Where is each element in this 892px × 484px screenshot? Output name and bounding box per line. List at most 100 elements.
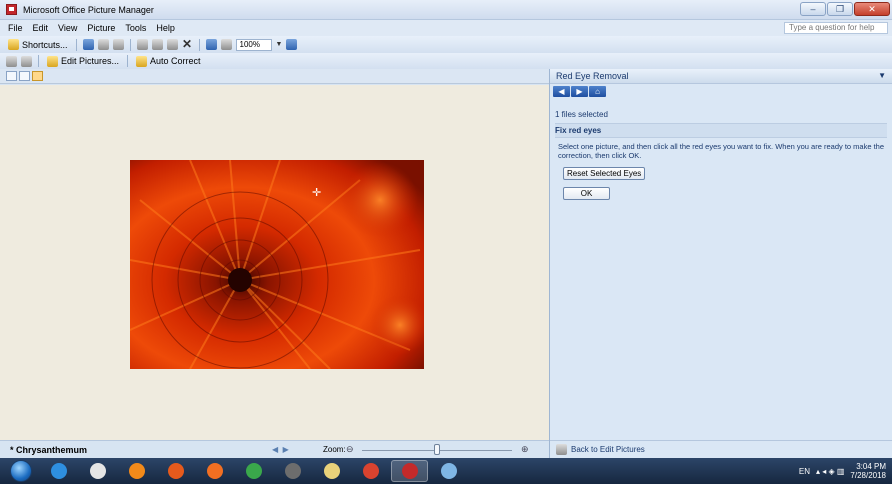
zoom-in-icon[interactable]: ⊕ [521,444,529,455]
taskbar-app-button[interactable] [313,460,350,482]
close-button[interactable]: ✕ [854,2,890,16]
firefox-icon [167,463,184,479]
forward-arrow-icon[interactable]: ▶ [571,86,588,97]
toolbar-separator [75,38,77,51]
shortcuts-icon [8,39,19,50]
task-pane-dropdown-icon[interactable]: ▼ [878,71,886,80]
toolbar-separator [127,55,129,67]
taskbar-app-button[interactable] [196,460,233,482]
internet-explorer-icon [50,463,67,479]
chrysanthemum-photo[interactable]: ✛ [130,160,424,369]
menu-bar: File Edit View Picture Tools Help [0,20,892,36]
status-bar: * Chrysanthemum ◀ ▶ Zoom: ⊖ ⊕ [0,440,549,458]
minimize-button[interactable]: – [800,2,826,16]
fix-red-eyes-heading: Fix red eyes [555,123,887,138]
undo-icon[interactable] [205,39,217,50]
window-controls: – ❐ ✕ [800,2,890,16]
email-icon[interactable] [112,39,124,50]
copy-icon[interactable] [151,39,163,50]
filmstrip-view-icon[interactable] [19,71,30,81]
paint-bucket-icon [284,463,301,479]
shortcuts-button[interactable]: Shortcuts... [6,38,70,52]
clock-date: 7/28/2018 [850,471,886,480]
standard-toolbar: Shortcuts... ✕ 100% ▼ [0,36,892,53]
tray-icons[interactable]: ▴ ◂ ◈ ▥ [816,467,844,476]
chrome-legacy-icon [245,463,262,479]
picture-name: * Chrysanthemum [10,444,88,455]
restore-button[interactable]: ❐ [827,2,853,16]
rotate-right-icon[interactable] [21,55,32,67]
title-bar: Microsoft Office Picture Manager – ❐ ✕ [0,0,892,20]
zoom-dropdown-icon[interactable]: ▼ [276,41,283,48]
thumbnail-view-icon[interactable] [6,71,17,81]
red-eye-instructions: Select one picture, and then click all t… [558,142,885,160]
edit-pictures-back-icon [556,444,567,455]
taskbar-app-button[interactable] [118,460,155,482]
ok-button[interactable]: OK [563,187,610,200]
menu-picture[interactable]: Picture [87,23,115,33]
task-pane: Red Eye Removal ▼ ◀ ▶ ⌂ 1 files selected… [549,69,892,458]
cut-icon[interactable] [136,39,148,50]
home-icon[interactable]: ⌂ [589,86,606,97]
task-pane-body: 1 files selected Fix red eyes Select one… [550,99,892,205]
menu-edit[interactable]: Edit [33,23,49,33]
taskbar-app-button[interactable] [40,460,77,482]
window-title: Microsoft Office Picture Manager [23,4,154,15]
taskbar-app-button[interactable] [274,460,311,482]
file-explorer-icon [89,463,106,479]
windows-taskbar: EN ▴ ◂ ◈ ▥ 3:04 PM 7/28/2018 [0,458,892,484]
toolbar-separator [198,38,200,51]
chrome-icon [362,463,379,479]
taskbar-app-button[interactable] [157,460,194,482]
zoom-percent-input[interactable]: 100% [235,38,272,51]
back-arrow-icon[interactable]: ◀ [553,86,570,97]
task-pane-footer: Back to Edit Pictures [550,440,892,458]
zoom-label: Zoom: [323,445,346,454]
task-pane-title: Red Eye Removal [556,71,629,81]
clock[interactable]: 3:04 PM 7/28/2018 [850,462,886,480]
menu-tools[interactable]: Tools [125,23,146,33]
auto-correct-button[interactable]: Auto Correct [134,54,203,68]
rotate-left-icon[interactable] [6,55,17,67]
files-selected-text: 1 files selected [555,110,608,119]
taskbar-app-button[interactable] [79,460,116,482]
language-indicator[interactable]: EN [799,467,810,476]
back-to-edit-pictures-link[interactable]: Back to Edit Pictures [571,445,645,454]
delete-icon[interactable]: ✕ [182,38,193,50]
picture-canvas: ✛ [0,85,549,440]
system-tray: EN ▴ ◂ ◈ ▥ 3:04 PM 7/28/2018 [799,462,886,480]
taskbar-app-button[interactable] [430,460,467,482]
help-icon[interactable] [286,39,298,50]
save-icon[interactable] [82,39,94,50]
menu-help[interactable]: Help [156,23,175,33]
paste-icon[interactable] [166,39,178,50]
redo-icon[interactable] [220,39,232,50]
menu-file[interactable]: File [8,23,23,33]
auto-correct-label: Auto Correct [150,56,201,66]
auto-correct-icon [136,55,148,67]
vlc-icon [128,463,145,479]
print-icon[interactable] [97,39,109,50]
picture-nav-arrows-icon[interactable]: ◀ ▶ [272,445,289,454]
reset-selected-eyes-button[interactable]: Reset Selected Eyes [563,167,646,180]
task-pane-nav: ◀ ▶ ⌂ [553,86,889,97]
taskbar-app-button[interactable] [391,460,428,482]
single-picture-view-icon[interactable] [32,71,43,81]
edit-pictures-button[interactable]: Edit Pictures... [45,54,121,68]
picture-toolbar: Edit Pictures... Auto Correct [0,53,892,69]
shortcuts-label: Shortcuts... [22,39,68,50]
menu-view[interactable]: View [58,23,77,33]
task-pane-header: Red Eye Removal ▼ [550,69,892,84]
taskbar-app-button[interactable] [235,460,272,482]
view-mode-bar [0,69,549,84]
zoom-slider-thumb[interactable] [434,444,440,455]
help-search-input[interactable]: Type a question for help [784,22,888,34]
edit-pictures-label: Edit Pictures... [61,56,120,66]
taskbar-apps [40,460,469,482]
clock-time: 3:04 PM [856,462,886,471]
start-button[interactable] [10,460,32,482]
edit-pictures-icon [47,55,58,67]
zoom-out-icon[interactable]: ⊖ [346,444,354,455]
taskbar-app-button[interactable] [352,460,389,482]
picture-manager-app-icon[interactable] [6,4,17,15]
